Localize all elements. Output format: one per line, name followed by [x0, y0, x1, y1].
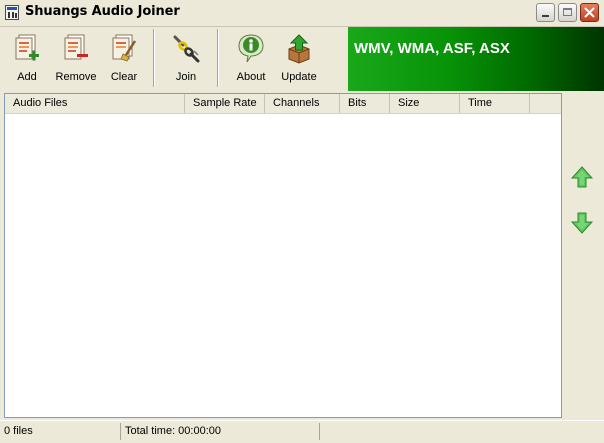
maximize-button[interactable] — [558, 3, 577, 22]
minimize-button[interactable] — [536, 3, 555, 22]
join-chain-icon — [173, 35, 200, 63]
close-button[interactable] — [580, 3, 599, 22]
column-header-filler — [530, 94, 561, 113]
clear-button-label: Clear — [110, 71, 138, 83]
toolbar-separator — [153, 29, 155, 87]
banner-text: WMV, WMA, ASF, ASX — [354, 40, 510, 57]
app-icon — [5, 5, 19, 20]
toolbar-separator — [217, 29, 219, 87]
title-bar[interactable]: Shuangs Audio Joiner — [0, 0, 604, 27]
add-button[interactable]: Add — [4, 27, 50, 89]
maximize-icon — [563, 8, 572, 16]
join-button[interactable]: Join — [163, 27, 209, 89]
column-header-time[interactable]: Time — [460, 94, 530, 113]
window-title: Shuangs Audio Joiner — [25, 4, 180, 19]
update-button[interactable]: Update — [275, 27, 323, 89]
add-button-label: Add — [17, 71, 37, 83]
move-down-arrow-icon[interactable] — [571, 212, 593, 234]
clear-button[interactable]: Clear — [101, 27, 147, 89]
add-files-icon — [15, 34, 39, 61]
info-icon — [238, 34, 264, 63]
column-header-size[interactable]: Size — [390, 94, 460, 113]
column-header-bits[interactable]: Bits — [340, 94, 390, 113]
about-button-label: About — [236, 71, 266, 83]
minimize-icon — [542, 15, 549, 17]
remove-files-icon — [64, 34, 88, 60]
join-button-label: Join — [175, 71, 197, 83]
update-box-icon — [288, 34, 310, 64]
file-count-status: 0 files — [1, 423, 121, 440]
column-header-sample-rate[interactable]: Sample Rate — [185, 94, 265, 113]
clear-list-icon — [112, 34, 137, 62]
column-header-audio-files[interactable]: Audio Files — [5, 94, 185, 113]
status-bar: 0 files Total time: 00:00:00 — [0, 420, 604, 443]
toolbar: Add Remove Clear Join About Update — [0, 27, 348, 91]
remove-button-label: Remove — [55, 71, 97, 83]
remove-button[interactable]: Remove — [52, 27, 100, 89]
move-up-arrow-icon[interactable] — [571, 166, 593, 188]
total-time-status: Total time: 00:00:00 — [122, 423, 320, 440]
format-banner: WMV, WMA, ASF, ASX — [348, 27, 604, 91]
list-header: Audio Files Sample Rate Channels Bits Si… — [5, 94, 561, 114]
about-button[interactable]: About — [227, 27, 275, 89]
app-window: Shuangs Audio Joiner Add Remove Clear Jo… — [0, 0, 604, 443]
column-header-channels[interactable]: Channels — [265, 94, 340, 113]
update-button-label: Update — [281, 71, 317, 83]
close-icon — [584, 7, 595, 18]
audio-files-list[interactable]: Audio Files Sample Rate Channels Bits Si… — [4, 93, 562, 418]
